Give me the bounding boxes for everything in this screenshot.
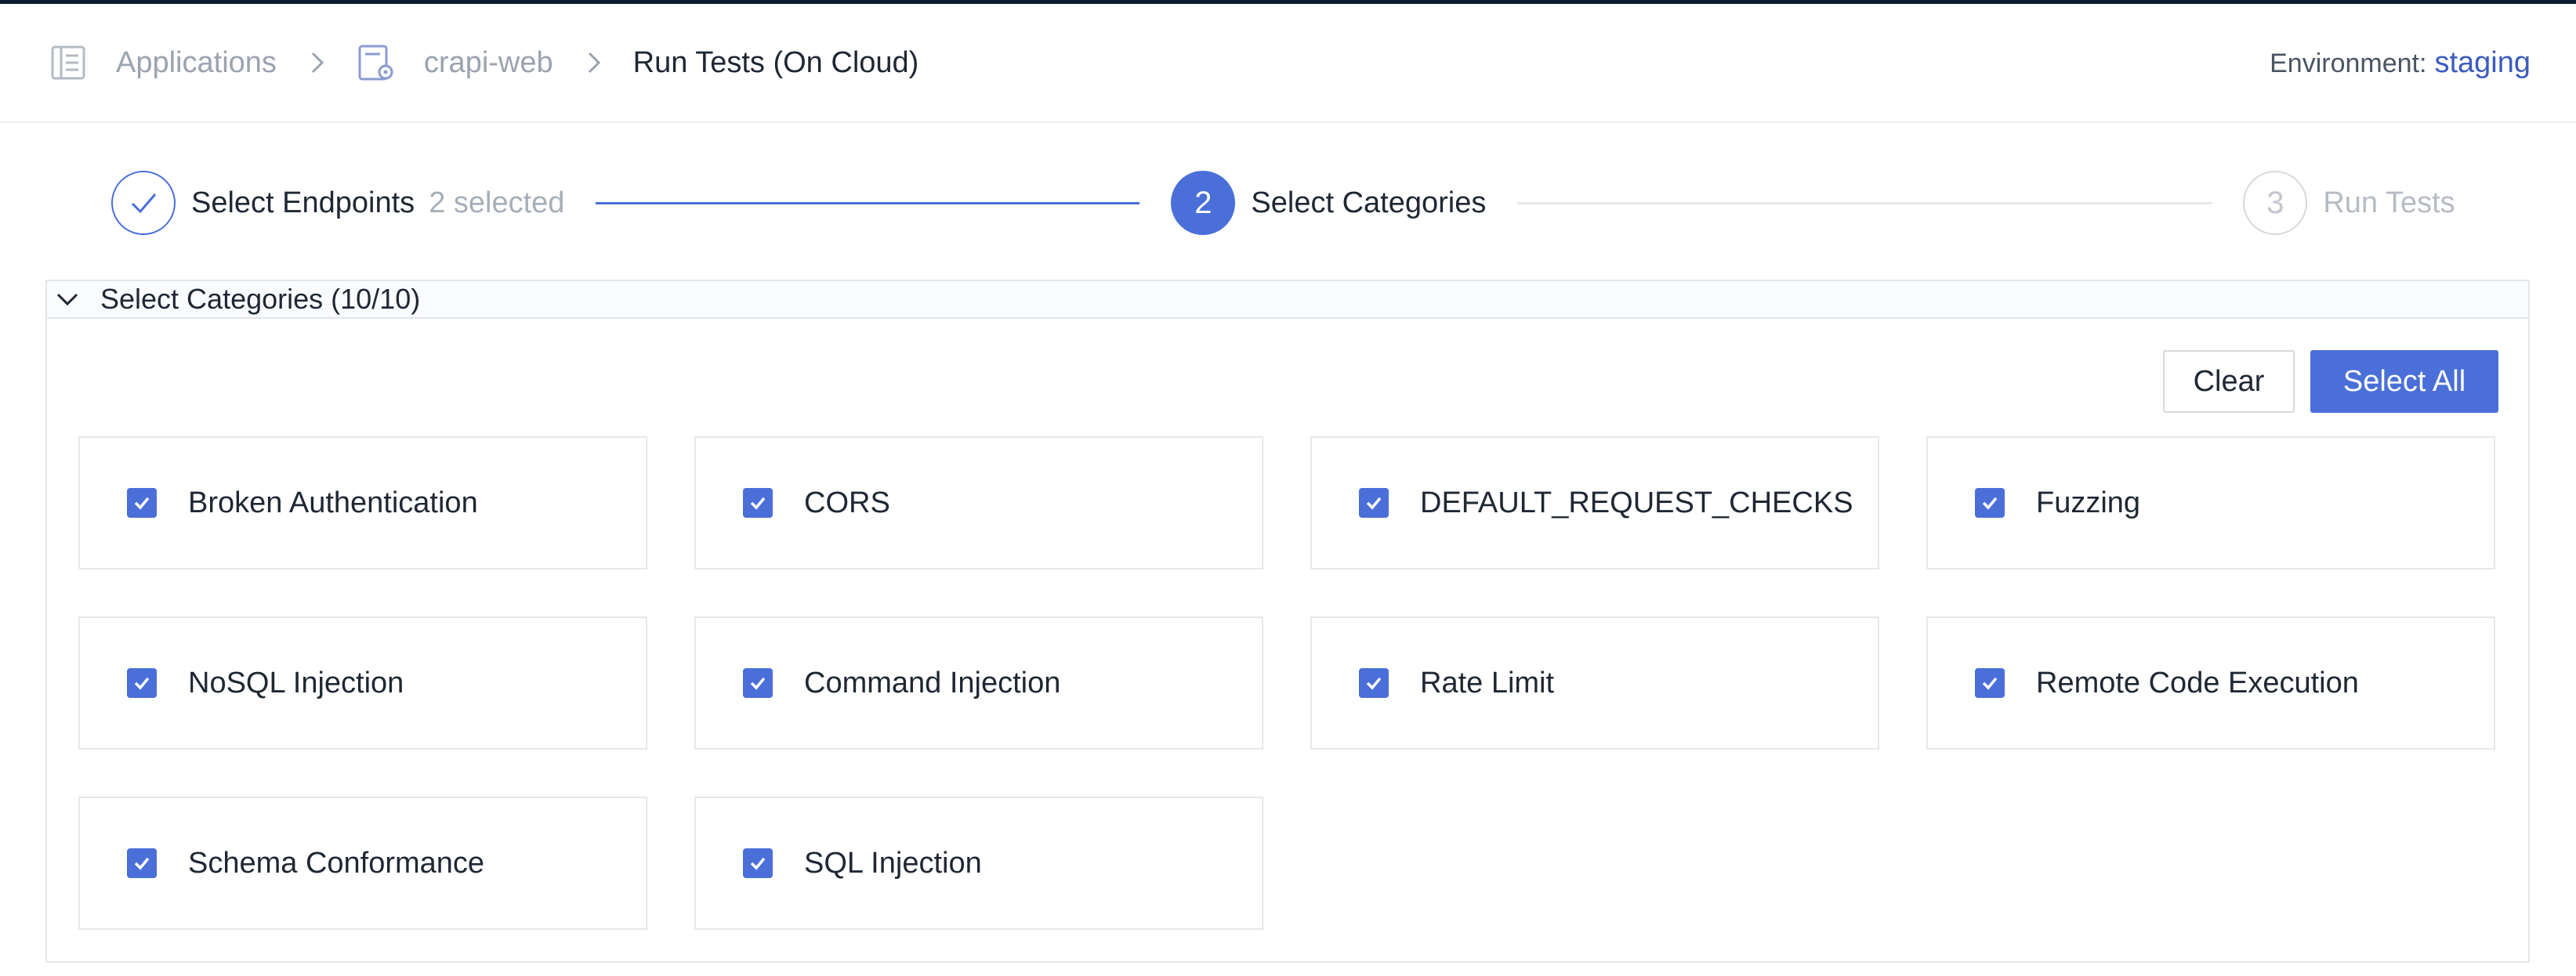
checkbox[interactable]	[1975, 488, 2005, 518]
category-card[interactable]: CORS	[694, 436, 1263, 569]
panel-actions: Clear Select All	[2163, 350, 2498, 413]
step-2-circle: 2	[1171, 171, 1236, 235]
category-label: CORS	[804, 486, 890, 519]
breadcrumb-current: Run Tests (On Cloud)	[632, 45, 919, 79]
check-icon	[750, 857, 766, 870]
category-card[interactable]: Rate Limit	[1310, 616, 1879, 750]
step-2-title: Select Categories	[1251, 186, 1487, 219]
check-icon	[750, 497, 766, 510]
step-select-endpoints[interactable]: Select Endpoints 2 selected	[111, 171, 564, 235]
check-icon	[1982, 677, 1998, 690]
check-icon	[134, 677, 150, 690]
header: Applications crapi-web Run Tests (On Clo…	[0, 4, 2576, 123]
checkbox[interactable]	[743, 668, 773, 698]
panel-title: Select Categories (10/10)	[100, 283, 421, 315]
categories-grid: Broken Authentication CORS DEFAULT_REQUE…	[78, 436, 2495, 930]
category-card[interactable]: Broken Authentication	[78, 436, 647, 569]
chevron-right-icon	[571, 50, 618, 75]
step-select-categories[interactable]: 2 Select Categories	[1171, 171, 1486, 235]
category-label: Rate Limit	[1420, 666, 1555, 699]
checkbox[interactable]	[127, 848, 157, 878]
checkbox[interactable]	[1359, 488, 1389, 518]
step-1-title: Select Endpoints	[191, 186, 415, 219]
checkbox[interactable]	[1975, 668, 2005, 698]
step-3-circle: 3	[2243, 171, 2308, 235]
step-1-circle	[111, 171, 176, 235]
category-label: Command Injection	[804, 666, 1061, 699]
checkbox[interactable]	[127, 488, 157, 518]
app-settings-icon	[357, 43, 396, 82]
category-card[interactable]: SQL Injection	[694, 797, 1263, 930]
step-3-title: Run Tests	[2323, 186, 2455, 219]
check-icon	[131, 193, 157, 214]
check-icon	[1366, 497, 1382, 510]
panel-header[interactable]: Select Categories (10/10)	[47, 281, 2528, 319]
environment: Environment: staging	[2270, 46, 2531, 80]
category-label: NoSQL Injection	[188, 666, 404, 699]
category-label: DEFAULT_REQUEST_CHECKS	[1420, 486, 1853, 519]
check-icon	[1366, 677, 1382, 690]
select-all-button[interactable]: Select All	[2310, 350, 2498, 413]
checkbox[interactable]	[743, 848, 773, 878]
category-label: Fuzzing	[2036, 486, 2141, 519]
stepper: Select Endpoints 2 selected 2 Select Cat…	[111, 170, 2464, 236]
applications-icon	[49, 43, 88, 82]
check-icon	[1982, 497, 1998, 510]
category-card[interactable]: Command Injection	[694, 616, 1263, 750]
category-label: SQL Injection	[804, 846, 982, 880]
checkbox[interactable]	[1359, 668, 1389, 698]
categories-panel: Select Categories (10/10) Clear Select A…	[45, 280, 2530, 963]
clear-button[interactable]: Clear	[2163, 350, 2295, 413]
category-card[interactable]: Remote Code Execution	[1926, 616, 2495, 750]
check-icon	[134, 857, 150, 870]
check-icon	[134, 497, 150, 510]
environment-value[interactable]: staging	[2434, 46, 2531, 79]
category-card[interactable]: DEFAULT_REQUEST_CHECKS	[1310, 436, 1879, 569]
checkbox[interactable]	[127, 668, 157, 698]
chevron-down-icon[interactable]	[52, 284, 83, 315]
category-card[interactable]: NoSQL Injection	[78, 616, 647, 750]
checkbox[interactable]	[743, 488, 773, 518]
environment-label: Environment:	[2270, 48, 2427, 78]
category-label: Schema Conformance	[188, 846, 485, 880]
category-card[interactable]: Schema Conformance	[78, 797, 647, 930]
step-1-subtitle: 2 selected	[429, 186, 565, 219]
step-connector	[1517, 201, 2212, 204]
category-label: Broken Authentication	[188, 486, 478, 519]
check-icon	[750, 677, 766, 690]
step-connector	[596, 201, 1140, 204]
category-label: Remote Code Execution	[2036, 666, 2359, 699]
breadcrumb-applications[interactable]: Applications	[116, 46, 277, 80]
step-run-tests[interactable]: 3 Run Tests	[2243, 171, 2455, 235]
category-card[interactable]: Fuzzing	[1926, 436, 2495, 569]
breadcrumb-app[interactable]: crapi-web	[424, 46, 553, 80]
breadcrumb: Applications crapi-web Run Tests (On Clo…	[49, 43, 918, 82]
chevron-right-icon	[294, 50, 341, 75]
